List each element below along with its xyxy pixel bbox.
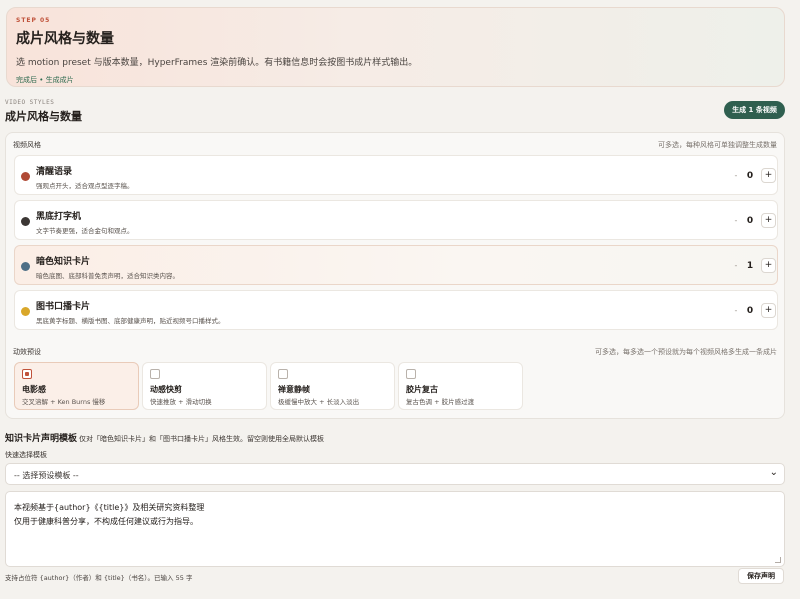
styles-panel: 视频风格 可多选，每种风格可单独调整生成数量 清醒语录 强观点开头，适合观点型逐…	[5, 132, 785, 419]
style-color-dot	[21, 217, 30, 226]
style-color-dot	[21, 172, 30, 181]
style-description: 黑底黄字标题、横版书图、底部健康声明，贴近视频号口播样式。	[36, 317, 225, 325]
step-title: 成片风格与数量	[16, 31, 114, 47]
style-description: 暗色底图、底部科普免责声明，适合知识类内容。	[36, 272, 179, 280]
step-label: STEP 05	[16, 17, 51, 24]
style-description: 文字节奏更强，适合金句和观点。	[36, 227, 134, 235]
styles-hint: 可多选，每种风格可单独调整生成数量	[658, 141, 777, 149]
generate-videos-button[interactable]: 生成 1 条视频	[724, 101, 785, 119]
style-count: 0	[746, 306, 754, 316]
motion-name: 禅意静帧	[278, 385, 310, 394]
resize-handle[interactable]	[775, 557, 781, 563]
style-card-dark-knowledge[interactable]: 暗色知识卡片 暗色底图、底部科普免责声明，适合知识类内容。 - 1 +	[14, 245, 778, 285]
motion-name: 电影感	[22, 385, 46, 394]
decrement-button[interactable]: -	[730, 259, 742, 273]
declaration-title: 知识卡片声明模板 仅对「暗色知识卡片」和「图书口播卡片」风格生效。留空则使用全局默…	[5, 431, 324, 444]
section-eyebrow: VIDEO STYLES	[5, 99, 55, 106]
motion-description: 快速推放 + 滑动切换	[150, 398, 212, 406]
style-color-dot	[21, 262, 30, 271]
decrement-button[interactable]: -	[730, 304, 742, 318]
style-card-sober-quotes[interactable]: 清醒语录 强观点开头，适合观点型逐字稿。 - 0 +	[14, 155, 778, 195]
increment-button[interactable]: +	[761, 213, 776, 228]
increment-button[interactable]: +	[761, 168, 776, 183]
declaration-note: 仅对「暗色知识卡片」和「图书口播卡片」风格生效。留空则使用全局默认模板	[79, 435, 325, 443]
style-card-typewriter[interactable]: 黑底打字机 文字节奏更强，适合金句和观点。 - 0 +	[14, 200, 778, 240]
declaration-line: 本视频基于{author}《{title}》及相关研究资料整理	[14, 503, 205, 512]
section-title: 成片风格与数量	[5, 110, 82, 123]
step-description: 选 motion preset 与版本数量，HyperFrames 渲染前确认。…	[16, 58, 418, 68]
style-count: 0	[746, 216, 754, 226]
save-declaration-button[interactable]: 保存声明	[738, 568, 784, 584]
decrement-button[interactable]: -	[730, 214, 742, 228]
checkbox[interactable]	[406, 369, 416, 379]
motion-label: 动效预设	[13, 348, 41, 356]
template-select-value: -- 选择预设模板 --	[14, 471, 79, 480]
checkbox[interactable]	[278, 369, 288, 379]
style-description: 强观点开头，适合观点型逐字稿。	[36, 182, 134, 190]
increment-button[interactable]: +	[761, 258, 776, 273]
motion-description: 交叉溶解 + Ken Burns 慢移	[22, 398, 106, 406]
checkbox[interactable]	[150, 369, 160, 379]
motion-card-cinematic[interactable]: 电影感 交叉溶解 + Ken Burns 慢移	[14, 362, 139, 410]
chevron-down-icon: ⌄	[769, 467, 778, 478]
style-count: 1	[746, 261, 754, 271]
style-count: 0	[746, 171, 754, 181]
declaration-line: 仅用于健康科普分享，不构成任何建议或行为指导。	[14, 517, 198, 526]
increment-button[interactable]: +	[761, 303, 776, 318]
motion-hint: 可多选，每多选一个预设就为每个视频风格多生成一条成片	[595, 348, 777, 356]
step-hero: STEP 05 成片风格与数量 选 motion preset 与版本数量，Hy…	[6, 7, 785, 87]
motion-card-fast-cut[interactable]: 动感快剪 快速推放 + 滑动切换	[142, 362, 267, 410]
motion-description: 极缓慢中放大 + 长淡入淡出	[278, 398, 360, 406]
style-card-book-talk[interactable]: 图书口播卡片 黑底黄字标题、横版书图、底部健康声明，贴近视频号口播样式。 - 0…	[14, 290, 778, 330]
motion-name: 胶片复古	[406, 385, 438, 394]
motion-name: 动感快剪	[150, 385, 182, 394]
decrement-button[interactable]: -	[730, 169, 742, 183]
motion-description: 复古色调 + 胶片感过渡	[406, 398, 475, 406]
styles-label: 视频风格	[13, 141, 41, 149]
style-name: 清醒语录	[36, 167, 73, 177]
template-select[interactable]: -- 选择预设模板 -- ⌄	[5, 463, 785, 485]
declaration-title-text: 知识卡片声明模板	[5, 434, 78, 444]
step-next-hint: 完成后 • 生成成片	[16, 76, 74, 84]
placeholder-hint: 支持占位符 {author}（作者）和 {title}（书名）。已输入 55 字	[5, 574, 193, 582]
style-color-dot	[21, 307, 30, 316]
style-name: 图书口播卡片	[36, 302, 91, 312]
quick-select-label: 快速选择模板	[5, 451, 47, 459]
motion-card-film-retro[interactable]: 胶片复古 复古色调 + 胶片感过渡	[398, 362, 523, 410]
style-name: 黑底打字机	[36, 212, 82, 222]
checkbox[interactable]	[22, 369, 32, 379]
declaration-textarea[interactable]: 本视频基于{author}《{title}》及相关研究资料整理 仅用于健康科普分…	[5, 491, 785, 567]
motion-card-zen-still[interactable]: 禅意静帧 极缓慢中放大 + 长淡入淡出	[270, 362, 395, 410]
style-name: 暗色知识卡片	[36, 257, 91, 267]
